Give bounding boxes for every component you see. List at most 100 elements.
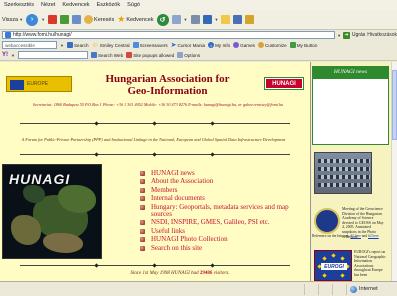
chevron-down-icon[interactable]: ▼ xyxy=(11,53,15,58)
secretariat-info: Secretariat: 1860 Budapest 55 P.O.Box 1 … xyxy=(32,102,284,107)
secondary-toolbar: Y! ▼ Search Web Site popups allowed Opti… xyxy=(0,50,397,61)
menu-item-photos[interactable]: HUNAGI Photo Collection xyxy=(140,235,300,243)
mail-icon[interactable] xyxy=(171,15,181,24)
magnifier-icon xyxy=(66,42,73,48)
chevron-down-icon: ▼ xyxy=(214,17,219,22)
reference-link-2[interactable]: #2 here xyxy=(368,234,379,238)
menu-help[interactable]: Súgó xyxy=(127,2,140,8)
smiley-central-button[interactable]: ☺ Smiley Central xyxy=(92,42,130,49)
europe-logo[interactable]: EUROPE xyxy=(6,76,72,92)
security-zone[interactable]: Internet xyxy=(347,284,397,295)
news-header[interactable]: HUNAGI news xyxy=(312,66,389,78)
menu-item-links[interactable]: Useful links xyxy=(140,227,300,235)
scrollbar-thumb[interactable] xyxy=(392,70,397,140)
cursor-icon: ➤ xyxy=(170,42,177,49)
go-button[interactable]: Ugrás xyxy=(352,32,365,38)
address-input[interactable]: http://www.fomi.hu/hunagi/ xyxy=(2,31,336,39)
print-icon[interactable] xyxy=(190,15,200,24)
my-info-button[interactable]: i My Info xyxy=(208,42,230,48)
games-button[interactable]: Games xyxy=(233,42,255,48)
star-icon xyxy=(331,253,336,258)
menu-item-internal-docs[interactable]: Internal documents xyxy=(140,194,300,202)
menu-favorites[interactable]: Kedvencek xyxy=(62,2,89,8)
menu-link-search[interactable]: Search on this site xyxy=(151,244,202,252)
home-icon[interactable] xyxy=(72,15,82,24)
eurogi-logo[interactable]: EUROGI xyxy=(314,250,352,281)
menu-item-members[interactable]: Members xyxy=(140,186,300,194)
vertical-scrollbar[interactable] xyxy=(391,62,397,281)
main-menu: HUNAGI news About the Association Member… xyxy=(140,169,300,253)
messenger-icon[interactable] xyxy=(233,15,243,24)
edit-icon[interactable] xyxy=(202,15,212,24)
menu-link-nsdi[interactable]: NSDI, INSPIRE, GMES, Galileo, PSI etc. xyxy=(151,219,270,227)
stop-icon[interactable] xyxy=(48,15,58,24)
divider-ornament xyxy=(152,121,157,126)
search-web-button[interactable]: Search Web xyxy=(90,52,124,58)
customize-label: Customize xyxy=(264,42,287,48)
toolbar-search-button[interactable]: Search xyxy=(66,42,89,48)
bullet-icon xyxy=(140,187,145,193)
cursor-mania-button[interactable]: ➤ Cursor Mania xyxy=(171,41,205,49)
menu-link-geoportals[interactable]: Hungary: Geoportals, metadata services a… xyxy=(151,203,300,219)
menu-edit[interactable]: Szerkesztés xyxy=(4,2,34,8)
go-arrow-icon[interactable]: ➜ xyxy=(343,31,350,39)
menu-link-photos[interactable]: HUNAGI Photo Collection xyxy=(151,235,228,243)
page-content: EUROPE Hungarian Association for Geo-Inf… xyxy=(0,62,391,281)
search-web-label: Search Web xyxy=(97,52,124,58)
games-icon xyxy=(233,42,240,48)
menu-view[interactable]: Nézet xyxy=(41,2,55,8)
toolbar-search-input[interactable]: webaccessible xyxy=(2,41,57,49)
folder-icon[interactable] xyxy=(221,15,231,24)
forward-arrow-icon[interactable]: › xyxy=(26,13,39,26)
visitor-counter: Since 1st May 1998 HUNAGI had 29486 visi… xyxy=(80,271,280,276)
refresh-icon[interactable] xyxy=(60,15,70,24)
internet-reference: Reference on the Internet: #1 here and #… xyxy=(312,234,379,238)
menu-link-internal-docs[interactable]: Internal documents xyxy=(151,194,205,202)
chevron-down-icon[interactable]: ▼ xyxy=(337,33,341,38)
secondary-search-input[interactable] xyxy=(17,51,88,59)
hunagi-badge[interactable]: HUNAGI xyxy=(265,78,303,89)
reference-link-1[interactable]: #1 here xyxy=(350,234,361,238)
favorites-button[interactable]: ★ Kedvencek xyxy=(117,14,153,25)
menu-tools[interactable]: Eszközök xyxy=(97,2,121,8)
menu-link-news[interactable]: HUNAGI news xyxy=(151,169,195,177)
europe-logo-label: EUROPE xyxy=(27,81,49,87)
visitor-count: 29486 xyxy=(199,271,213,276)
chevron-down-icon: ▼ xyxy=(183,17,188,22)
divider-ornament xyxy=(210,263,215,268)
academy-building-photo[interactable] xyxy=(314,152,372,194)
favorites-label: Kedvencek xyxy=(126,16,154,23)
popup-blocker-button[interactable]: Site popups allowed xyxy=(126,52,174,58)
back-button[interactable]: Vissza ▼ xyxy=(2,17,23,23)
divider-ornament xyxy=(210,152,215,157)
my-button-button[interactable]: My Button xyxy=(289,42,317,48)
games-label: Games xyxy=(240,42,255,48)
bullet-icon xyxy=(140,237,145,243)
menu-item-search[interactable]: Search on this site xyxy=(140,244,300,252)
customize-button[interactable]: Customize xyxy=(257,42,287,48)
menu-item-geoportals[interactable]: Hungary: Geoportals, metadata services a… xyxy=(140,203,300,219)
history-icon[interactable]: ↺ xyxy=(156,13,169,26)
search-button[interactable]: Keresés xyxy=(84,15,114,24)
menu-item-about[interactable]: About the Association xyxy=(140,177,300,185)
chevron-down-icon[interactable]: ▼ xyxy=(60,43,64,48)
eurogi-caption: EUROGI's report on National Geographic I… xyxy=(354,250,386,277)
popup-blocker-label: Site popups allowed xyxy=(133,52,175,58)
status-bar: Internet xyxy=(0,281,397,296)
options-icon xyxy=(177,52,184,58)
divider-ornament xyxy=(210,121,215,126)
menu-item-news[interactable]: HUNAGI news xyxy=(140,169,300,177)
star-icon xyxy=(322,256,327,261)
info-icon: i xyxy=(208,42,215,48)
options-button[interactable]: Options xyxy=(177,52,200,58)
screensavers-button[interactable]: Screensavers xyxy=(132,42,168,48)
chevron-down-icon: ▼ xyxy=(19,17,24,22)
search-label: Keresés xyxy=(94,16,115,23)
menu-item-nsdi[interactable]: NSDI, INSPIRE, GMES, Galileo, PSI etc. xyxy=(140,219,300,226)
menu-link-about[interactable]: About the Association xyxy=(151,177,213,185)
tools-icon[interactable] xyxy=(245,15,255,24)
menu-link-links[interactable]: Useful links xyxy=(151,227,185,235)
security-zone-label: Internet xyxy=(359,286,378,292)
links-label[interactable]: Hivatkozások xyxy=(367,32,397,38)
menu-link-members[interactable]: Members xyxy=(151,186,177,194)
